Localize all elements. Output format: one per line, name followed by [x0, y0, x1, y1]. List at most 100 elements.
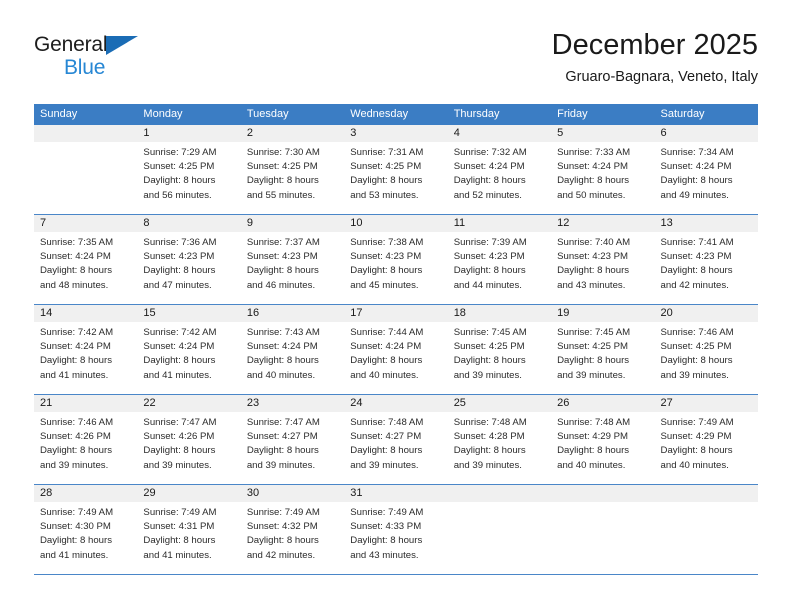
- day-cell[interactable]: 11 Sunrise: 7:39 AM Sunset: 4:23 PM Dayl…: [447, 215, 552, 304]
- day-details: Sunrise: 7:48 AM Sunset: 4:29 PM Dayligh…: [551, 412, 654, 473]
- sunrise-text: Sunrise: 7:49 AM: [40, 507, 114, 518]
- daylight-text-line1: Daylight: 8 hours: [40, 445, 112, 457]
- daylight-text-line1: Daylight: 8 hours: [143, 355, 216, 367]
- daylight-text-line1: Daylight: 8 hours: [350, 355, 423, 367]
- day-number: [34, 125, 138, 142]
- day-cell[interactable]: 23 Sunrise: 7:47 AM Sunset: 4:27 PM Dayl…: [240, 395, 345, 484]
- sunset-text: Sunset: 4:24 PM: [40, 341, 111, 353]
- day-cell[interactable]: 21 Sunrise: 7:46 AM Sunset: 4:26 PM Dayl…: [34, 395, 138, 484]
- daylight-text-line2: and 39 minutes.: [453, 369, 522, 381]
- week-row: 14 Sunrise: 7:42 AM Sunset: 4:24 PM Dayl…: [34, 305, 758, 395]
- title-block: December 2025 Gruaro-Bagnara, Veneto, It…: [552, 28, 758, 86]
- day-details: Sunrise: 7:42 AM Sunset: 4:24 PM Dayligh…: [34, 322, 137, 383]
- day-details: Sunrise: 7:36 AM Sunset: 4:23 PM Dayligh…: [137, 232, 240, 293]
- day-cell[interactable]: 25 Sunrise: 7:48 AM Sunset: 4:28 PM Dayl…: [447, 395, 552, 484]
- day-cell[interactable]: 24 Sunrise: 7:48 AM Sunset: 4:27 PM Dayl…: [344, 395, 448, 484]
- daylight-text-line2: and 55 minutes.: [246, 189, 316, 201]
- day-cell[interactable]: 3 Sunrise: 7:31 AM Sunset: 4:25 PM Dayli…: [344, 125, 448, 214]
- sunset-text: Sunset: 4:23 PM: [246, 251, 318, 263]
- day-cell[interactable]: 17 Sunrise: 7:44 AM Sunset: 4:24 PM Dayl…: [344, 305, 448, 394]
- day-cell[interactable]: 27 Sunrise: 7:49 AM Sunset: 4:29 PM Dayl…: [654, 395, 758, 484]
- day-number: 3: [344, 125, 448, 142]
- day-cell[interactable]: 14 Sunrise: 7:42 AM Sunset: 4:24 PM Dayl…: [34, 305, 138, 394]
- page-subtitle: Gruaro-Bagnara, Veneto, Italy: [565, 69, 758, 85]
- sunset-text: Sunset: 4:24 PM: [143, 341, 215, 353]
- sunrise-text: Sunrise: 7:48 AM: [453, 417, 527, 428]
- day-cell[interactable]: [551, 485, 655, 574]
- day-details: Sunrise: 7:49 AM Sunset: 4:32 PM Dayligh…: [241, 502, 344, 563]
- sunset-text: Sunset: 4:25 PM: [660, 341, 732, 353]
- sunrise-text: Sunrise: 7:41 AM: [660, 237, 734, 248]
- sunset-text: Sunset: 4:32 PM: [246, 521, 318, 533]
- daylight-text-line1: Daylight: 8 hours: [246, 445, 319, 457]
- day-cell[interactable]: [654, 485, 758, 574]
- sunrise-text: Sunrise: 7:40 AM: [557, 237, 631, 248]
- sunset-text: Sunset: 4:23 PM: [660, 251, 732, 263]
- day-cell[interactable]: 30 Sunrise: 7:49 AM Sunset: 4:32 PM Dayl…: [240, 485, 345, 574]
- week-row: 28 Sunrise: 7:49 AM Sunset: 4:30 PM Dayl…: [34, 485, 758, 575]
- day-number: 20: [654, 305, 758, 322]
- daylight-text-line2: and 47 minutes.: [143, 279, 212, 291]
- day-details: [34, 142, 137, 146]
- day-cell[interactable]: 18 Sunrise: 7:45 AM Sunset: 4:25 PM Dayl…: [447, 305, 552, 394]
- day-number: 22: [137, 395, 241, 412]
- sunset-text: Sunset: 4:24 PM: [557, 161, 629, 173]
- day-cell[interactable]: 22 Sunrise: 7:47 AM Sunset: 4:26 PM Dayl…: [137, 395, 241, 484]
- day-cell[interactable]: [447, 485, 552, 574]
- sunset-text: Sunset: 4:23 PM: [453, 251, 525, 263]
- day-cell[interactable]: 20 Sunrise: 7:46 AM Sunset: 4:25 PM Dayl…: [654, 305, 758, 394]
- day-cell[interactable]: 29 Sunrise: 7:49 AM Sunset: 4:31 PM Dayl…: [137, 485, 241, 574]
- daylight-text-line1: Daylight: 8 hours: [143, 535, 216, 547]
- day-cell[interactable]: [34, 125, 138, 214]
- day-details: Sunrise: 7:30 AM Sunset: 4:25 PM Dayligh…: [241, 142, 344, 203]
- day-number: 19: [551, 305, 655, 322]
- day-number: 17: [344, 305, 448, 322]
- sunrise-text: Sunrise: 7:49 AM: [350, 507, 424, 518]
- sunset-text: Sunset: 4:27 PM: [246, 431, 318, 443]
- daylight-text-line2: and 50 minutes.: [557, 189, 626, 201]
- day-cell[interactable]: 7 Sunrise: 7:35 AM Sunset: 4:24 PM Dayli…: [34, 215, 138, 304]
- daylight-text-line1: Daylight: 8 hours: [246, 535, 319, 547]
- daylight-text-line1: Daylight: 8 hours: [557, 355, 630, 367]
- day-cell[interactable]: 6 Sunrise: 7:34 AM Sunset: 4:24 PM Dayli…: [654, 125, 758, 214]
- daylight-text-line1: Daylight: 8 hours: [557, 175, 630, 187]
- day-cell[interactable]: 1 Sunrise: 7:29 AM Sunset: 4:25 PM Dayli…: [137, 125, 241, 214]
- sunrise-text: Sunrise: 7:30 AM: [246, 147, 320, 158]
- daylight-text-line1: Daylight: 8 hours: [350, 265, 423, 277]
- day-number: 2: [240, 125, 345, 142]
- daylight-text-line1: Daylight: 8 hours: [660, 175, 733, 187]
- sunset-text: Sunset: 4:33 PM: [350, 521, 422, 533]
- sunset-text: Sunset: 4:23 PM: [143, 251, 215, 263]
- day-cell[interactable]: 13 Sunrise: 7:41 AM Sunset: 4:23 PM Dayl…: [654, 215, 758, 304]
- day-cell[interactable]: 15 Sunrise: 7:42 AM Sunset: 4:24 PM Dayl…: [137, 305, 241, 394]
- sunset-text: Sunset: 4:24 PM: [40, 251, 111, 263]
- day-details: [551, 502, 654, 506]
- sunset-text: Sunset: 4:25 PM: [246, 161, 318, 173]
- day-cell[interactable]: 9 Sunrise: 7:37 AM Sunset: 4:23 PM Dayli…: [240, 215, 345, 304]
- daylight-text-line1: Daylight: 8 hours: [350, 535, 423, 547]
- day-details: Sunrise: 7:45 AM Sunset: 4:25 PM Dayligh…: [448, 322, 551, 383]
- day-cell[interactable]: 12 Sunrise: 7:40 AM Sunset: 4:23 PM Dayl…: [551, 215, 655, 304]
- day-cell[interactable]: 4 Sunrise: 7:32 AM Sunset: 4:24 PM Dayli…: [447, 125, 552, 214]
- day-cell[interactable]: 26 Sunrise: 7:48 AM Sunset: 4:29 PM Dayl…: [551, 395, 655, 484]
- day-cell[interactable]: 31 Sunrise: 7:49 AM Sunset: 4:33 PM Dayl…: [344, 485, 448, 574]
- day-details: Sunrise: 7:40 AM Sunset: 4:23 PM Dayligh…: [551, 232, 654, 293]
- weekday-header-monday: Monday: [143, 108, 183, 120]
- daylight-text-line2: and 39 minutes.: [557, 369, 626, 381]
- general-blue-logo[interactable]: General Blue: [34, 34, 224, 86]
- daylight-text-line2: and 40 minutes.: [557, 459, 626, 471]
- daylight-text-line1: Daylight: 8 hours: [350, 445, 423, 457]
- day-cell[interactable]: 28 Sunrise: 7:49 AM Sunset: 4:30 PM Dayl…: [34, 485, 138, 574]
- day-cell[interactable]: 16 Sunrise: 7:43 AM Sunset: 4:24 PM Dayl…: [240, 305, 345, 394]
- day-cell[interactable]: 10 Sunrise: 7:38 AM Sunset: 4:23 PM Dayl…: [344, 215, 448, 304]
- sunset-text: Sunset: 4:24 PM: [246, 341, 318, 353]
- sunset-text: Sunset: 4:29 PM: [557, 431, 629, 443]
- daylight-text-line1: Daylight: 8 hours: [246, 355, 319, 367]
- day-cell[interactable]: 5 Sunrise: 7:33 AM Sunset: 4:24 PM Dayli…: [551, 125, 655, 214]
- day-details: Sunrise: 7:49 AM Sunset: 4:30 PM Dayligh…: [34, 502, 137, 563]
- daylight-text-line1: Daylight: 8 hours: [40, 355, 112, 367]
- day-cell[interactable]: 2 Sunrise: 7:30 AM Sunset: 4:25 PM Dayli…: [240, 125, 345, 214]
- day-cell[interactable]: 19 Sunrise: 7:45 AM Sunset: 4:25 PM Dayl…: [551, 305, 655, 394]
- sunset-text: Sunset: 4:29 PM: [660, 431, 732, 443]
- day-cell[interactable]: 8 Sunrise: 7:36 AM Sunset: 4:23 PM Dayli…: [137, 215, 241, 304]
